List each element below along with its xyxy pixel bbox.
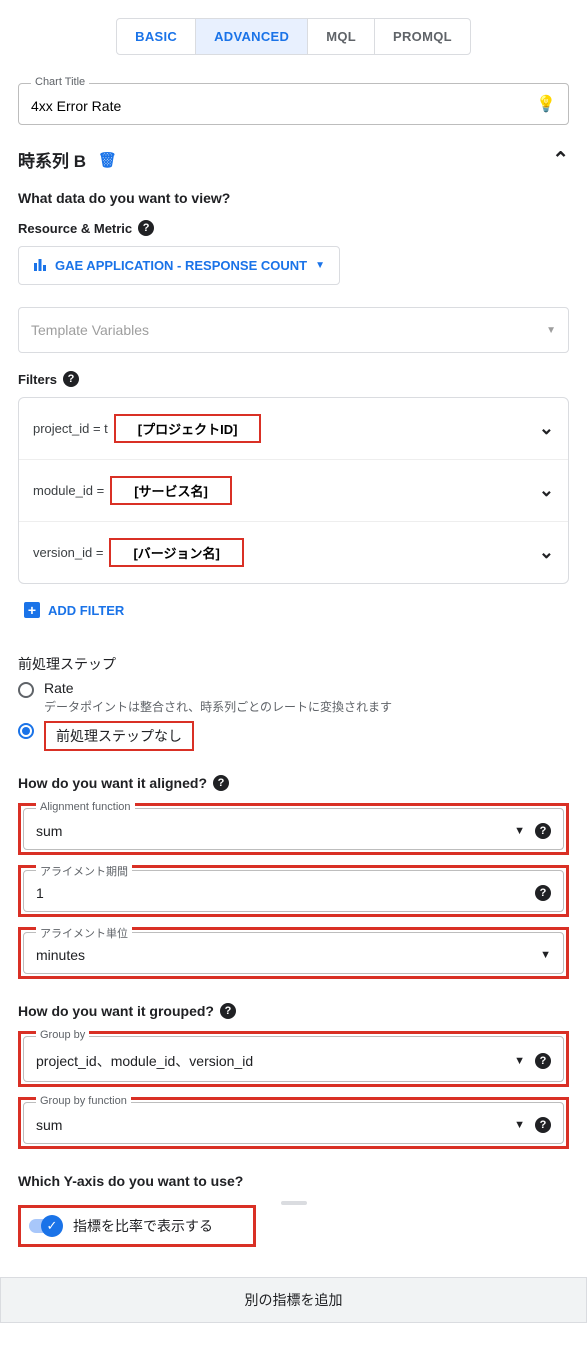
radio-label: Rate [44, 680, 392, 696]
add-filter-label: ADD FILTER [48, 603, 124, 618]
alignment-unit-wrap: アライメント単位 minutes ▼ [18, 927, 569, 979]
chart-title-field[interactable]: Chart Title 💡 [18, 83, 569, 125]
filter-label: version_id = [バージョン名] [33, 538, 244, 567]
grouped-heading: How do you want it grouped? ? [18, 1003, 569, 1019]
preproc-rate-radio[interactable]: Rate データポイントは整合され、時系列ごとのレートに変換されます [18, 680, 569, 715]
chevron-down-icon: ⌄ [539, 418, 554, 439]
filters-box: project_id = t [プロジェクトID] ⌄ module_id = … [18, 397, 569, 584]
add-filter-button[interactable]: + ADD FILTER [18, 594, 569, 626]
caret-down-icon: ▼ [546, 325, 556, 336]
what-data-heading: What data do you want to view? [18, 190, 569, 206]
tabs-inner: BASIC ADVANCED MQL PROMQL [116, 18, 471, 55]
yaxis-heading: Which Y-axis do you want to use? [18, 1173, 569, 1189]
field-value: project_id、module_id、version_id [36, 1051, 253, 1071]
field-legend: アライメント単位 [36, 925, 132, 941]
alignment-unit-select[interactable]: アライメント単位 minutes ▼ [23, 932, 564, 974]
filter-key: version_id = [33, 545, 103, 560]
radio-desc: データポイントは整合され、時系列ごとのレートに変換されます [44, 698, 392, 715]
resource-metric-chip[interactable]: GAE APPLICATION - RESPONSE COUNT ▼ [18, 246, 340, 285]
help-icon[interactable]: ? [220, 1003, 236, 1019]
check-icon: ✓ [41, 1215, 63, 1237]
caret-down-icon: ▼ [315, 260, 325, 271]
field-legend: Group by function [36, 1095, 131, 1107]
preproc-title: 前処理ステップ [18, 654, 569, 674]
chip-label: GAE APPLICATION - RESPONSE COUNT [55, 258, 307, 273]
field-value: sum [36, 823, 62, 839]
trash-icon[interactable]: 🗑 [98, 151, 117, 169]
toggle-label: 指標を比率で表示する [73, 1216, 213, 1236]
help-icon[interactable]: ? [535, 823, 551, 839]
radio-label: 前処理ステップなし [44, 721, 194, 751]
tab-promql[interactable]: PROMQL [375, 19, 470, 54]
filter-row-module[interactable]: module_id = [サービス名] ⌄ [19, 460, 568, 522]
field-legend: アライメント期間 [36, 863, 132, 879]
chart-title-legend: Chart Title [31, 76, 89, 88]
chevron-down-icon: ⌄ [539, 480, 554, 501]
series-header[interactable]: 時系列 B 🗑 ⌃ [18, 147, 569, 172]
resource-metric-label: Resource & Metric ? [18, 220, 569, 236]
field-value: minutes [36, 947, 85, 963]
filter-key: module_id = [33, 483, 104, 498]
group-by-fn-wrap: Group by function sum ▼? [18, 1097, 569, 1149]
filter-label: module_id = [サービス名] [33, 476, 232, 505]
aligned-text: How do you want it aligned? [18, 775, 207, 791]
chart-title-input[interactable] [31, 98, 532, 114]
template-variables-select[interactable]: Template Variables ▼ [18, 307, 569, 353]
add-metric-button[interactable]: 別の指標を追加 [0, 1277, 587, 1323]
filter-row-project[interactable]: project_id = t [プロジェクトID] ⌄ [19, 398, 568, 460]
resource-metric-text: Resource & Metric [18, 221, 132, 236]
group-by-select[interactable]: Group by project_id、module_id、version_id… [23, 1036, 564, 1082]
stacked-bar-icon [33, 257, 47, 274]
query-mode-tabs: BASIC ADVANCED MQL PROMQL [18, 18, 569, 55]
group-by-fn-select[interactable]: Group by function sum ▼? [23, 1102, 564, 1144]
tab-advanced[interactable]: ADVANCED [196, 19, 308, 54]
tab-mql[interactable]: MQL [308, 19, 375, 54]
template-vars-label: Template Variables [31, 322, 149, 338]
field-value: sum [36, 1117, 62, 1133]
grouped-text: How do you want it grouped? [18, 1003, 214, 1019]
series-title: 時系列 B 🗑 [18, 147, 117, 172]
toggle-track: ✓ [29, 1219, 61, 1233]
filter-row-version[interactable]: version_id = [バージョン名] ⌄ [19, 522, 568, 583]
yaxis-ratio-toggle[interactable]: ✓ 指標を比率で表示する [18, 1205, 256, 1247]
help-icon[interactable]: ? [63, 371, 79, 387]
tab-basic[interactable]: BASIC [117, 19, 196, 54]
help-icon[interactable]: ? [138, 220, 154, 236]
help-icon[interactable]: ? [535, 1053, 551, 1069]
alignment-period-wrap: アライメント期間 1 ? [18, 865, 569, 917]
preproc-none-radio[interactable]: 前処理ステップなし [18, 721, 569, 751]
filters-label: Filters ? [18, 371, 569, 387]
radio-icon [18, 723, 34, 739]
alignment-fn-select[interactable]: Alignment function sum ▼? [23, 808, 564, 850]
field-legend: Alignment function [36, 801, 135, 813]
help-icon[interactable]: ? [535, 1117, 551, 1133]
caret-down-icon: ▼ [514, 1119, 525, 1131]
help-icon[interactable]: ? [213, 775, 229, 791]
series-title-text: 時系列 B [18, 147, 86, 172]
filters-text: Filters [18, 372, 57, 387]
grip-handle[interactable] [281, 1201, 307, 1205]
field-legend: Group by [36, 1029, 89, 1041]
chevron-down-icon: ⌄ [539, 542, 554, 563]
field-value: 1 [36, 885, 44, 901]
caret-down-icon: ▼ [514, 1055, 525, 1067]
chevron-up-icon[interactable]: ⌃ [552, 147, 569, 172]
filter-badge: [サービス名] [110, 476, 232, 505]
lightbulb-icon[interactable]: 💡 [536, 94, 556, 114]
radio-icon [18, 682, 34, 698]
alignment-period-input[interactable]: アライメント期間 1 ? [23, 870, 564, 912]
filter-label: project_id = t [プロジェクトID] [33, 414, 261, 443]
group-by-wrap: Group by project_id、module_id、version_id… [18, 1031, 569, 1087]
filter-key: project_id = t [33, 421, 108, 436]
caret-down-icon: ▼ [514, 825, 525, 837]
filter-badge: [バージョン名] [109, 538, 243, 567]
help-icon[interactable]: ? [535, 885, 551, 901]
alignment-fn-wrap: Alignment function sum ▼? [18, 803, 569, 855]
plus-icon: + [24, 602, 40, 618]
filter-badge: [プロジェクトID] [114, 414, 262, 443]
caret-down-icon: ▼ [540, 949, 551, 961]
aligned-heading: How do you want it aligned? ? [18, 775, 569, 791]
